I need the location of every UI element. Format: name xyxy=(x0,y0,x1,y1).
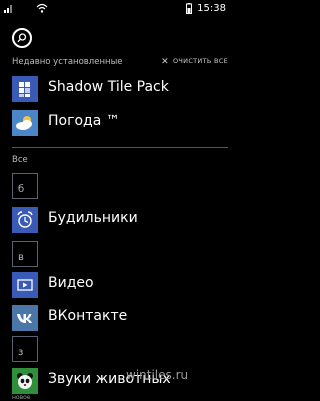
letter-label: в xyxy=(18,252,24,263)
wifi-icon xyxy=(36,3,48,13)
clear-all-button[interactable]: ✕ ОЧИСТИТЬ ВСЕ xyxy=(161,57,228,67)
app-name: Погода ™ xyxy=(48,113,120,129)
panda-icon xyxy=(12,368,38,394)
app-name: Видео xyxy=(48,275,94,291)
video-icon xyxy=(12,272,38,298)
all-header: Все xyxy=(12,155,28,165)
watermark: wintiles.ru xyxy=(126,368,189,382)
app-item-animal-sounds[interactable]: Звуки животных новое xyxy=(12,368,232,401)
recent-header: Недавно установленные xyxy=(12,57,123,67)
app-item-alarms[interactable]: Будильники xyxy=(12,207,232,233)
close-icon: ✕ xyxy=(161,57,169,67)
app-name: Будильники xyxy=(48,210,138,226)
app-name: Shadow Tile Pack xyxy=(48,79,169,95)
app-item-weather[interactable]: Погода ™ xyxy=(12,110,232,136)
app-item-video[interactable]: Видео xyxy=(12,272,232,298)
clear-all-label: ОЧИСТИТЬ ВСЕ xyxy=(172,57,228,65)
letter-tile-v[interactable]: в xyxy=(12,241,38,267)
signal-icon xyxy=(4,5,12,13)
letter-label: з xyxy=(18,347,24,358)
letter-tile-z[interactable]: з xyxy=(12,336,38,362)
clock: 15:38 xyxy=(197,3,226,14)
search-icon[interactable] xyxy=(12,28,32,48)
divider xyxy=(12,147,228,148)
app-item-vkontakte[interactable]: ВКонтакте xyxy=(12,305,232,331)
tile-pack-icon xyxy=(12,76,38,102)
letter-tile-b[interactable]: б xyxy=(12,173,38,199)
status-bar: 15:38 xyxy=(0,0,240,18)
vk-icon xyxy=(12,305,38,331)
alarm-clock-icon xyxy=(12,207,38,233)
weather-icon xyxy=(12,110,38,136)
app-item-shadow-tile-pack[interactable]: Shadow Tile Pack xyxy=(12,76,232,102)
letter-label: б xyxy=(18,184,25,195)
battery-icon xyxy=(186,3,192,14)
app-name: ВКонтакте xyxy=(48,308,128,324)
